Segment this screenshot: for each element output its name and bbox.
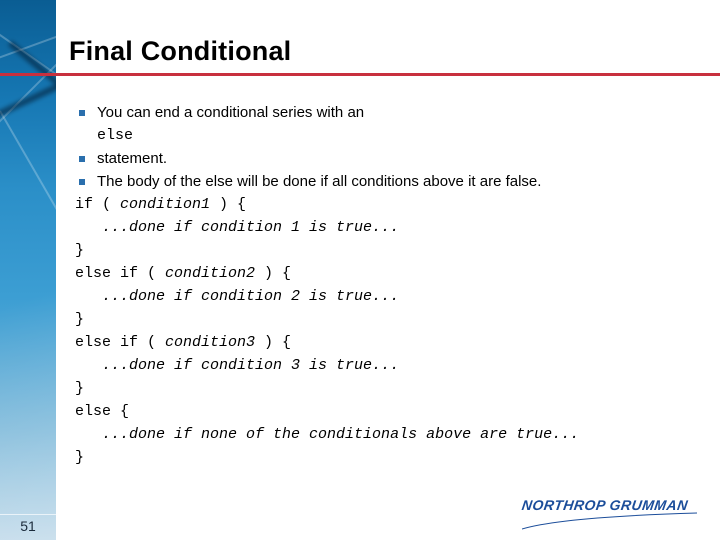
bullet-icon: [79, 179, 85, 185]
code-italic: condition3: [165, 334, 256, 351]
code-italic: ...done if condition 2 is true...: [102, 288, 400, 305]
code-line: else {: [75, 403, 129, 420]
code-italic: ...done if none of the conditionals abov…: [102, 426, 580, 443]
code-line: ...done if condition 3 is true...: [75, 357, 399, 374]
code-plain: else if (: [75, 334, 166, 351]
code-tail: ) {: [210, 196, 247, 213]
code-italic: condition2: [165, 265, 256, 282]
code-tail: ) {: [255, 265, 292, 282]
bullet-icon: [79, 110, 85, 116]
bullet-icon: [79, 156, 85, 162]
code-plain: if (: [75, 196, 121, 213]
slide-title: Final Conditional: [69, 36, 292, 66]
code-line: ...done if none of the conditionals abov…: [75, 426, 579, 443]
company-logo: NORTHROP GRUMMAN: [521, 497, 707, 530]
code-line: }: [75, 380, 84, 397]
bullet-item: The body of the else will be done if all…: [97, 173, 542, 190]
code-plain: [75, 288, 102, 305]
code-plain: }: [75, 449, 85, 466]
code-italic: condition1: [120, 196, 211, 213]
code-line: else if ( condition2 ) {: [75, 265, 291, 282]
code-plain: [75, 426, 102, 443]
code-plain: }: [75, 380, 85, 397]
code-line: }: [75, 242, 84, 259]
code-line: else if ( condition3 ) {: [75, 334, 291, 351]
code-plain: else {: [75, 403, 130, 420]
sidebar-decoration: 51: [0, 0, 56, 540]
sidebar-divider: [0, 514, 56, 515]
code-plain: [75, 357, 102, 374]
code-plain: [75, 219, 102, 236]
title-rule: [0, 73, 720, 76]
code-tail: ) {: [255, 334, 292, 351]
code-plain: else if (: [75, 265, 166, 282]
bullet-item: You can end a conditional series with an: [97, 104, 365, 121]
code-plain: }: [75, 242, 85, 259]
code-line: }: [75, 449, 84, 466]
code-plain: }: [75, 311, 85, 328]
inline-code-else: else: [97, 127, 134, 144]
code-line: if ( condition1 ) {: [75, 196, 246, 213]
bullet-item: statement.: [97, 150, 168, 167]
code-line: ...done if condition 1 is true...: [75, 219, 399, 236]
code-italic: ...done if condition 3 is true...: [102, 357, 400, 374]
code-line: }: [75, 311, 84, 328]
code-italic: ...done if condition 1 is true...: [102, 219, 400, 236]
code-line: ...done if condition 2 is true...: [75, 288, 399, 305]
logo-swoosh-icon: [522, 512, 698, 530]
page-number: 51: [20, 518, 36, 534]
